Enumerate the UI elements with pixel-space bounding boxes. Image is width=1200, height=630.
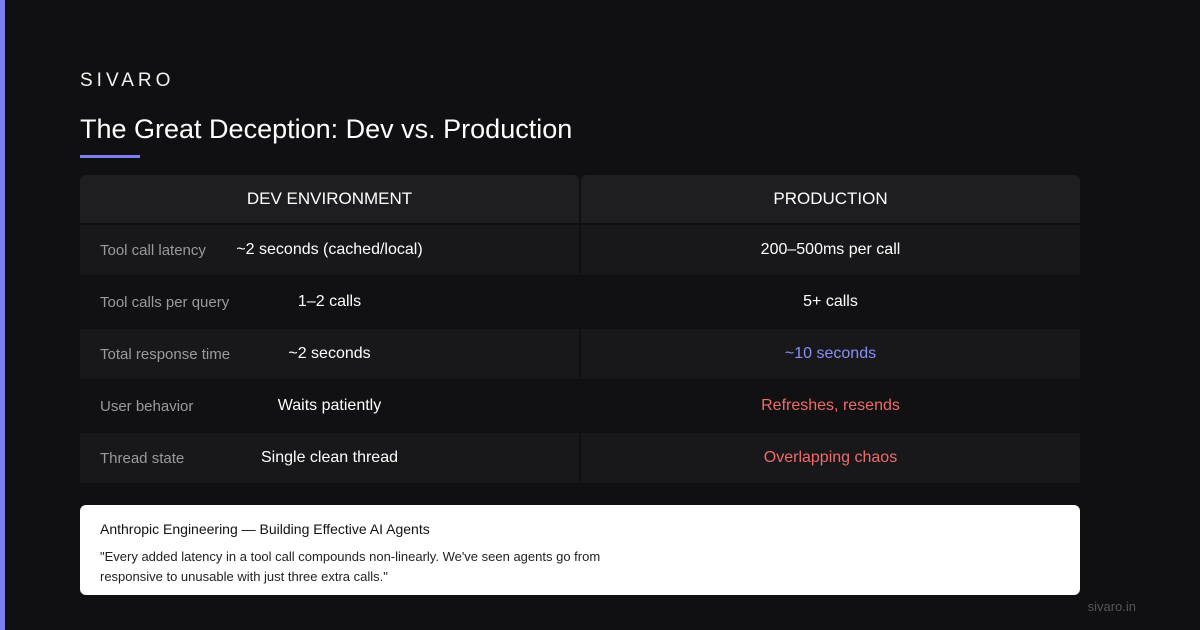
prod-cell: Overlapping chaos xyxy=(581,433,1080,483)
table-row: Total response time ~2 seconds ~10 secon… xyxy=(80,329,1080,379)
prod-cell: Refreshes, resends xyxy=(581,381,1080,431)
brand-logo: SIVARO xyxy=(80,70,175,91)
page-title: The Great Deception: Dev vs. Production xyxy=(80,114,573,144)
table-row: Tool call latency ~2 seconds (cached/loc… xyxy=(80,225,1080,275)
prod-cell: ~10 seconds xyxy=(581,329,1080,379)
row-label: User behavior xyxy=(100,397,194,415)
dev-cell: Thread state Single clean thread xyxy=(80,433,579,483)
prod-value: Overlapping chaos xyxy=(763,449,898,466)
row-label: Tool call latency xyxy=(100,241,206,259)
row-label: Thread state xyxy=(100,449,185,467)
prod-value: Refreshes, resends xyxy=(761,397,900,414)
prod-cell: 200–500ms per call xyxy=(581,225,1080,275)
prod-cell: 5+ calls xyxy=(581,277,1080,327)
title-underline xyxy=(80,155,140,158)
dev-cell: Tool calls per query 1–2 calls xyxy=(80,277,579,327)
prod-value: 5+ calls xyxy=(803,293,858,310)
table-row: User behavior Waits patiently Refreshes,… xyxy=(80,381,1080,431)
dev-cell: Tool call latency ~2 seconds (cached/loc… xyxy=(80,225,579,275)
header-dev: DEV ENVIRONMENT xyxy=(80,175,579,223)
prod-value: ~10 seconds xyxy=(784,345,877,362)
footer-url: sivaro.in xyxy=(1087,599,1136,614)
header-production: PRODUCTION xyxy=(581,175,1080,223)
comparison-table: DEV ENVIRONMENT PRODUCTION Tool call lat… xyxy=(80,175,1080,485)
table-row: Thread state Single clean thread Overlap… xyxy=(80,433,1080,483)
dev-cell: Total response time ~2 seconds xyxy=(80,329,579,379)
dev-cell: User behavior Waits patiently xyxy=(80,381,579,431)
table-header: DEV ENVIRONMENT PRODUCTION xyxy=(80,175,1080,223)
row-label: Total response time xyxy=(100,345,231,363)
accent-bar xyxy=(0,0,5,630)
quote-card: Anthropic Engineering — Building Effecti… xyxy=(80,505,1080,595)
quote-text: "Every added latency in a tool call comp… xyxy=(100,549,601,584)
table-row: Tool calls per query 1–2 calls 5+ calls xyxy=(80,277,1080,327)
row-label: Tool calls per query xyxy=(100,293,230,311)
prod-value: 200–500ms per call xyxy=(760,241,901,258)
quote-source: Anthropic Engineering — Building Effecti… xyxy=(100,521,430,537)
